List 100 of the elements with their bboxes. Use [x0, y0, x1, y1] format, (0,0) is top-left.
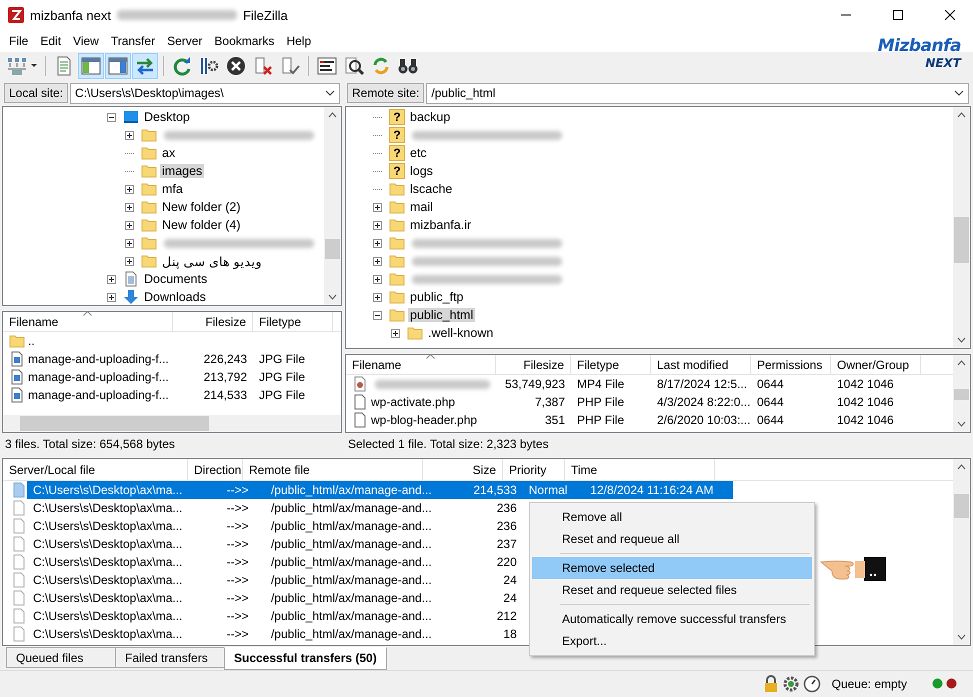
table-cell: /public_html/ax/manage-and... — [270, 519, 432, 533]
path-combobox[interactable]: C:\Users\s\Desktop\images\ — [70, 82, 340, 104]
folder-name[interactable]: Desktop — [142, 110, 192, 124]
folder-name[interactable]: .well-known — [426, 326, 496, 340]
column-header[interactable]: Filesize — [173, 312, 253, 331]
column-header[interactable]: Filename — [346, 355, 496, 374]
menu-item[interactable]: View — [67, 32, 105, 50]
expand-icon[interactable] — [373, 238, 382, 248]
file-name[interactable]: wp-blog-header.php — [371, 413, 478, 427]
tab[interactable]: Failed transfers — [115, 647, 225, 668]
folder-name[interactable]: lscache — [408, 182, 454, 196]
menu-item[interactable]: Reset and requeue selected files — [532, 579, 812, 601]
table-cell: Normal — [528, 483, 568, 497]
vertical-scrollbar[interactable] — [953, 107, 970, 348]
expand-icon[interactable] — [107, 274, 116, 284]
expand-icon[interactable] — [373, 274, 382, 284]
expand-icon[interactable] — [125, 220, 134, 230]
expand-icon[interactable] — [391, 328, 400, 338]
column-header[interactable]: Permissions — [751, 355, 831, 374]
column-header[interactable]: Owner/Group — [831, 355, 921, 374]
expand-icon[interactable] — [107, 292, 116, 302]
folder-name[interactable]: Documents — [142, 272, 210, 286]
table-cell: C:\Users\s\Desktop\ax\ma... — [33, 573, 182, 587]
collapse-icon[interactable] — [373, 310, 382, 320]
column-header[interactable]: Last modified — [651, 355, 751, 374]
file-icon — [11, 626, 27, 642]
column-header[interactable]: Filename — [3, 312, 173, 331]
scroll-thumb[interactable] — [954, 494, 969, 518]
menu-item[interactable]: Edit — [34, 32, 68, 50]
column-header[interactable]: Filetype — [571, 355, 651, 374]
menu-item[interactable]: Reset and requeue all — [532, 528, 812, 550]
folder-name[interactable]: mizbanfa.ir — [408, 218, 474, 232]
menu-item[interactable]: Remove selected — [532, 557, 812, 579]
path-combobox[interactable]: /public_html — [426, 82, 969, 104]
remote-tree-button[interactable] — [105, 53, 131, 79]
collapse-icon[interactable] — [107, 112, 116, 122]
expand-icon[interactable] — [373, 220, 382, 230]
table-cell: 1042 1046 — [837, 395, 894, 409]
menu-item[interactable]: Transfer — [104, 32, 162, 50]
expand-icon[interactable] — [373, 256, 382, 266]
menu-item[interactable]: Export... — [532, 630, 812, 652]
vertical-scrollbar[interactable] — [953, 459, 970, 646]
scroll-down-icon — [957, 421, 966, 427]
status-light-icon — [946, 678, 957, 690]
scroll-thumb[interactable] — [954, 217, 969, 264]
folder-name[interactable]: images — [160, 164, 204, 178]
file-name[interactable]: wp-activate.php — [371, 395, 456, 409]
file-name[interactable]: manage-and-uploading-f... — [28, 352, 169, 366]
local-tree-button[interactable] — [78, 53, 104, 79]
table-cell: -->> — [226, 591, 249, 605]
folder-name[interactable]: New folder (2) — [160, 200, 242, 214]
column-header[interactable]: Remote file — [243, 459, 423, 480]
expand-icon[interactable] — [125, 184, 134, 194]
column-header[interactable]: Priority — [503, 459, 565, 480]
folder-name[interactable]: public_ftp — [408, 290, 466, 304]
scroll-thumb[interactable] — [954, 389, 969, 400]
table-cell: C:\Users\s\Desktop\ax\ma... — [33, 519, 182, 533]
column-header[interactable]: Time — [565, 459, 715, 480]
expand-icon[interactable] — [125, 238, 134, 248]
folder-name[interactable]: backup — [408, 110, 452, 124]
vertical-scrollbar[interactable] — [324, 107, 341, 305]
folder-name[interactable]: public_html — [408, 308, 476, 322]
menu-item[interactable]: Help — [280, 32, 318, 50]
column-header[interactable]: Direction — [188, 459, 243, 480]
menu-item[interactable]: File — [3, 32, 34, 50]
folder-name[interactable]: logs — [408, 164, 435, 178]
file-name[interactable]: manage-and-uploading-f... — [28, 370, 169, 384]
menu-item[interactable]: Remove all — [532, 506, 812, 528]
column-header[interactable]: Size — [423, 459, 503, 480]
queue-row[interactable]: C:\Users\s\Desktop\ax\ma... -->> /public_html/ax/manage-and... 214,533 Normal 12/8/2024 11:16:24 AM — [3, 481, 733, 499]
column-header[interactable]: Server/Local file — [3, 459, 188, 480]
column-header[interactable]: Filesize — [496, 355, 571, 374]
table-cell: 351 — [544, 413, 565, 427]
expand-icon[interactable] — [125, 256, 134, 266]
folder-name[interactable]: New folder (4) — [160, 218, 242, 232]
file-name[interactable]: .. — [28, 334, 35, 348]
menu-item[interactable]: Automatically remove successful transfers — [532, 608, 812, 630]
expand-icon[interactable] — [373, 202, 382, 212]
folder-name[interactable]: mfa — [160, 182, 185, 196]
magnifier-icon — [343, 55, 365, 77]
table-cell: 12/8/2024 11:16:24 AM — [590, 483, 714, 497]
transfer-queue-button[interactable] — [132, 53, 158, 79]
tab[interactable]: Successful transfers (50) — [224, 647, 387, 670]
folder-name[interactable]: Downloads — [142, 290, 208, 304]
horizontal-scrollbar[interactable] — [3, 415, 341, 432]
expand-icon[interactable] — [125, 130, 134, 140]
menu-item[interactable]: Server — [161, 32, 208, 50]
scroll-down-icon — [328, 294, 337, 300]
expand-icon[interactable] — [125, 202, 134, 212]
column-header[interactable]: Filetype — [253, 312, 333, 331]
folder-name[interactable]: ویدیو های سی پنل — [160, 254, 264, 268]
folder-name[interactable]: etc — [408, 146, 429, 160]
vertical-scrollbar[interactable] — [953, 355, 970, 432]
folder-name[interactable]: ax — [160, 146, 178, 160]
folder-name[interactable]: mail — [408, 200, 435, 214]
file-name[interactable]: manage-and-uploading-f... — [28, 388, 169, 402]
expand-icon[interactable] — [373, 292, 382, 302]
tab[interactable]: Queued files — [6, 647, 116, 668]
menu-item[interactable]: Bookmarks — [208, 32, 280, 50]
scroll-thumb[interactable] — [325, 239, 340, 260]
